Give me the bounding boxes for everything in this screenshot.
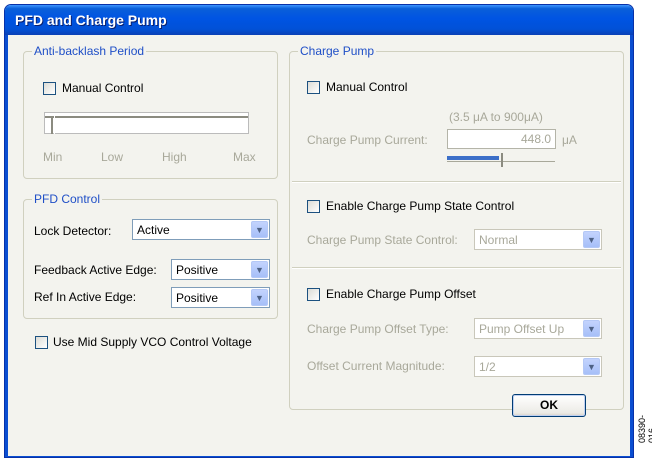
figure-code: 08390-016	[637, 414, 652, 443]
cp-current-unit: μA	[562, 133, 577, 147]
window-title: PFD and Charge Pump	[5, 5, 633, 35]
feedback-edge-select[interactable]: Positive ▼	[171, 259, 270, 280]
chevron-down-icon[interactable]: ▼	[583, 320, 600, 337]
refin-edge-label: Ref In Active Edge:	[34, 290, 137, 304]
slider-track-line	[45, 116, 248, 118]
cp-current-input[interactable]: 448.0	[447, 129, 556, 149]
cp-manual-label: Manual Control	[326, 80, 408, 94]
tick-low: Low	[101, 150, 124, 164]
tick-max: Max	[233, 150, 256, 164]
cp-state-select[interactable]: Normal ▼	[474, 229, 602, 250]
cp-range-label: (3.5 μA to 900μA)	[449, 110, 543, 124]
mid-supply-checkbox[interactable]	[35, 336, 48, 349]
cp-divider-2	[292, 267, 621, 269]
slider-thumb[interactable]	[51, 116, 55, 134]
ok-button[interactable]: OK	[512, 394, 586, 417]
cp-current-value: 448.0	[520, 132, 551, 146]
refin-edge-value: Positive	[176, 291, 219, 305]
cp-state-value: Normal	[479, 233, 518, 247]
cp-offset-mag-label: Offset Current Magnitude:	[307, 359, 445, 373]
anti-backlash-slider[interactable]	[44, 112, 249, 134]
mid-supply-label: Use Mid Supply VCO Control Voltage	[53, 335, 252, 349]
pfd-control-title: PFD Control	[32, 192, 103, 206]
anti-backlash-title: Anti-backlash Period	[32, 44, 147, 58]
cp-offset-type-value: Pump Offset Up	[479, 322, 565, 336]
tick-high: High	[162, 150, 187, 164]
cp-current-slider[interactable]	[447, 152, 555, 168]
cp-slider-fill	[447, 156, 499, 160]
chevron-down-icon[interactable]: ▼	[251, 221, 268, 238]
cp-divider-1	[292, 181, 621, 183]
chevron-down-icon[interactable]: ▼	[583, 231, 600, 248]
refin-edge-select[interactable]: Positive ▼	[171, 287, 270, 308]
cp-offset-mag-value: 1/2	[479, 360, 496, 374]
cp-offset-type-select[interactable]: Pump Offset Up ▼	[474, 318, 602, 339]
cp-current-label: Charge Pump Current:	[307, 133, 428, 147]
cp-state-label: Charge Pump State Control:	[307, 233, 458, 247]
lock-detector-select[interactable]: Active ▼	[132, 219, 270, 240]
cp-state-enable-label: Enable Charge Pump State Control	[326, 199, 515, 213]
chevron-down-icon[interactable]: ▼	[251, 261, 268, 278]
cp-offset-enable-checkbox[interactable]	[307, 288, 320, 301]
lock-detector-value: Active	[137, 223, 170, 237]
cp-offset-mag-select[interactable]: 1/2 ▼	[474, 356, 602, 377]
cp-slider-thumb[interactable]	[501, 153, 503, 167]
cp-offset-enable-label: Enable Charge Pump Offset	[326, 287, 476, 301]
feedback-edge-value: Positive	[176, 263, 219, 277]
tick-min: Min	[43, 150, 63, 164]
cp-manual-checkbox[interactable]	[307, 81, 320, 94]
cp-state-enable-checkbox[interactable]	[307, 200, 320, 213]
chevron-down-icon[interactable]: ▼	[251, 289, 268, 306]
lock-detector-label: Lock Detector:	[34, 224, 112, 238]
anti-backlash-manual-checkbox[interactable]	[43, 82, 56, 95]
cp-offset-type-label: Charge Pump Offset Type:	[307, 322, 449, 336]
chevron-down-icon[interactable]: ▼	[583, 358, 600, 375]
feedback-edge-label: Feedback Active Edge:	[34, 263, 157, 277]
anti-backlash-manual-label: Manual Control	[62, 81, 144, 95]
charge-pump-title: Charge Pump	[298, 44, 377, 58]
